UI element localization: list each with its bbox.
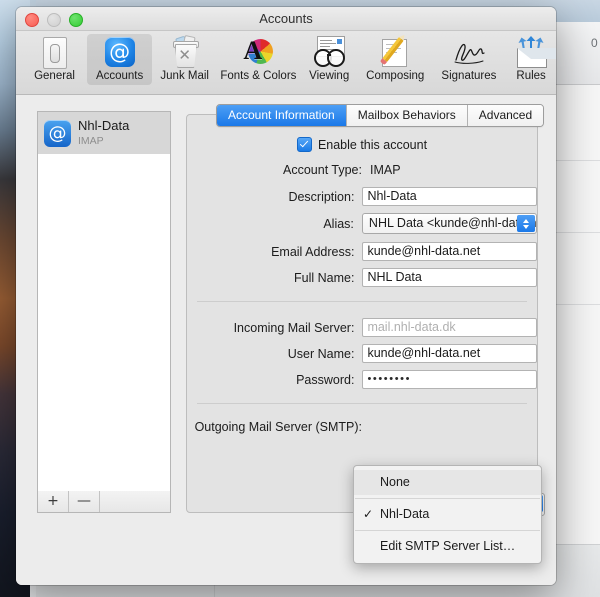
remove-account-button[interactable]: — bbox=[69, 491, 100, 512]
account-list-item[interactable]: @ Nhl-Data IMAP bbox=[38, 112, 170, 154]
menu-item-label: Nhl-Data bbox=[380, 507, 430, 521]
accounts-icon: @ bbox=[103, 36, 137, 68]
tab-account-information[interactable]: Account Information bbox=[217, 105, 347, 126]
accounts-list-footer: + — bbox=[37, 491, 171, 513]
user-name-label: User Name: bbox=[287, 346, 355, 361]
field-row-user-name: User Name: kunde@nhl-data.net bbox=[187, 344, 537, 363]
smtp-server-dropdown-menu: None ✓ Nhl-Data Edit SMTP Server List… bbox=[353, 465, 542, 564]
window-title: Accounts bbox=[259, 11, 313, 26]
alias-popup-button[interactable]: NHL Data <kunde@nhl-data.n bbox=[361, 213, 537, 234]
at-sign-icon: @ bbox=[44, 119, 71, 147]
checkmark-icon: ✓ bbox=[363, 507, 374, 521]
toolbar-label-junk-mail: Junk Mail bbox=[160, 70, 209, 82]
menu-separator bbox=[355, 530, 540, 531]
field-row-password: Password: •••••••• bbox=[187, 370, 537, 389]
viewing-icon bbox=[312, 36, 346, 68]
window-titlebar[interactable]: Accounts bbox=[16, 7, 556, 31]
menu-item-nhl-data[interactable]: ✓ Nhl-Data bbox=[354, 502, 541, 527]
field-row-full-name: Full Name: NHL Data bbox=[187, 268, 537, 287]
toolbar-label-fonts-colors: Fonts & Colors bbox=[220, 70, 297, 82]
description-label: Description: bbox=[288, 189, 355, 204]
traffic-lights bbox=[25, 13, 83, 27]
field-row-incoming-mail-server: Incoming Mail Server: mail.nhl-data.dk bbox=[187, 318, 537, 337]
account-name: Nhl-Data bbox=[78, 118, 130, 133]
email-address-input[interactable]: kunde@nhl-data.net bbox=[362, 242, 537, 261]
toolbar-item-signatures[interactable]: Signatures bbox=[432, 34, 507, 85]
toolbar-label-signatures: Signatures bbox=[441, 70, 497, 82]
field-row-account-type: Account Type: IMAP bbox=[187, 163, 537, 177]
add-account-button[interactable]: + bbox=[38, 491, 69, 512]
account-protocol: IMAP bbox=[78, 134, 104, 147]
toolbar-label-composing: Composing bbox=[366, 70, 425, 82]
toolbar-item-viewing[interactable]: Viewing bbox=[300, 34, 359, 85]
chevron-updown-icon bbox=[517, 215, 535, 232]
enable-account-label: Enable this account bbox=[317, 137, 428, 152]
alias-value: NHL Data <kunde@nhl-data.n bbox=[368, 216, 537, 230]
field-row-alias: Alias: NHL Data <kunde@nhl-data.n bbox=[187, 213, 537, 234]
email-address-label: Email Address: bbox=[271, 244, 355, 259]
toolbar-item-accounts[interactable]: @ Accounts bbox=[87, 34, 153, 85]
maximize-button[interactable] bbox=[69, 13, 83, 27]
preferences-body: @ Nhl-Data IMAP + — Enable this account … bbox=[16, 95, 556, 585]
background-message-count: 0 me bbox=[591, 36, 600, 50]
toolbar-item-junk-mail[interactable]: ✕ Junk Mail bbox=[152, 34, 217, 85]
toolbar-item-composing[interactable]: Composing bbox=[359, 34, 432, 85]
menu-separator bbox=[355, 498, 540, 499]
menu-item-edit-smtp-server-list[interactable]: Edit SMTP Server List… bbox=[354, 534, 541, 559]
incoming-mail-server-label: Incoming Mail Server: bbox=[233, 320, 355, 335]
enable-account-row[interactable]: Enable this account bbox=[187, 137, 537, 152]
preferences-toolbar: General @ Accounts ✕ Junk Mail A Fonts &… bbox=[16, 31, 556, 95]
toolbar-label-viewing: Viewing bbox=[309, 70, 350, 82]
outgoing-mail-server-label: Outgoing Mail Server (SMTP): bbox=[194, 420, 362, 434]
rules-icon bbox=[514, 36, 556, 68]
menu-item-none[interactable]: None bbox=[354, 470, 541, 495]
field-row-description: Description: Nhl-Data bbox=[187, 187, 537, 206]
incoming-mail-server-input[interactable]: mail.nhl-data.dk bbox=[362, 318, 537, 337]
tab-mailbox-behaviors[interactable]: Mailbox Behaviors bbox=[346, 105, 468, 126]
general-icon bbox=[38, 36, 72, 69]
menu-item-label: None bbox=[380, 475, 410, 489]
accounts-preferences-window: Accounts General @ Accounts ✕ Junk Mail … bbox=[16, 7, 556, 585]
toolbar-label-general: General bbox=[34, 70, 75, 82]
account-details-panel: Enable this account Account Type: IMAP D… bbox=[186, 114, 538, 513]
toolbar-item-general[interactable]: General bbox=[22, 34, 87, 85]
panel-divider-2 bbox=[197, 403, 527, 404]
password-input[interactable]: •••••••• bbox=[362, 370, 537, 389]
accounts-list[interactable]: @ Nhl-Data IMAP bbox=[37, 111, 171, 493]
signatures-icon bbox=[452, 36, 486, 68]
alias-label: Alias: bbox=[323, 216, 354, 231]
user-name-input[interactable]: kunde@nhl-data.net bbox=[362, 344, 537, 363]
description-input[interactable]: Nhl-Data bbox=[362, 187, 537, 206]
full-name-input[interactable]: NHL Data bbox=[362, 268, 537, 287]
close-button[interactable] bbox=[25, 13, 39, 27]
full-name-label: Full Name: bbox=[294, 270, 355, 285]
toolbar-item-fonts-colors[interactable]: A Fonts & Colors bbox=[217, 34, 299, 85]
account-type-label: Account Type: bbox=[283, 163, 362, 177]
panel-divider-1 bbox=[197, 301, 527, 302]
enable-account-checkbox[interactable] bbox=[296, 137, 312, 152]
field-row-email-address: Email Address: kunde@nhl-data.net bbox=[187, 242, 537, 261]
toolbar-label-rules: Rules bbox=[516, 70, 546, 82]
accounts-footer-spacer bbox=[100, 491, 170, 512]
field-row-outgoing-mail-server: Outgoing Mail Server (SMTP): bbox=[187, 420, 537, 434]
minimize-button[interactable] bbox=[47, 13, 61, 27]
password-label: Password: bbox=[296, 372, 355, 387]
toolbar-label-accounts: Accounts bbox=[95, 70, 144, 82]
composing-icon bbox=[378, 36, 412, 68]
account-type-value: IMAP bbox=[370, 163, 401, 177]
toolbar-item-rules[interactable]: Rules bbox=[506, 34, 556, 85]
fonts-colors-icon: A bbox=[241, 36, 275, 68]
tab-advanced[interactable]: Advanced bbox=[467, 105, 544, 126]
menu-item-label: Edit SMTP Server List… bbox=[380, 539, 516, 553]
account-tabs: Account Information Mailbox Behaviors Ad… bbox=[216, 104, 545, 127]
junk-mail-icon: ✕ bbox=[168, 34, 202, 68]
